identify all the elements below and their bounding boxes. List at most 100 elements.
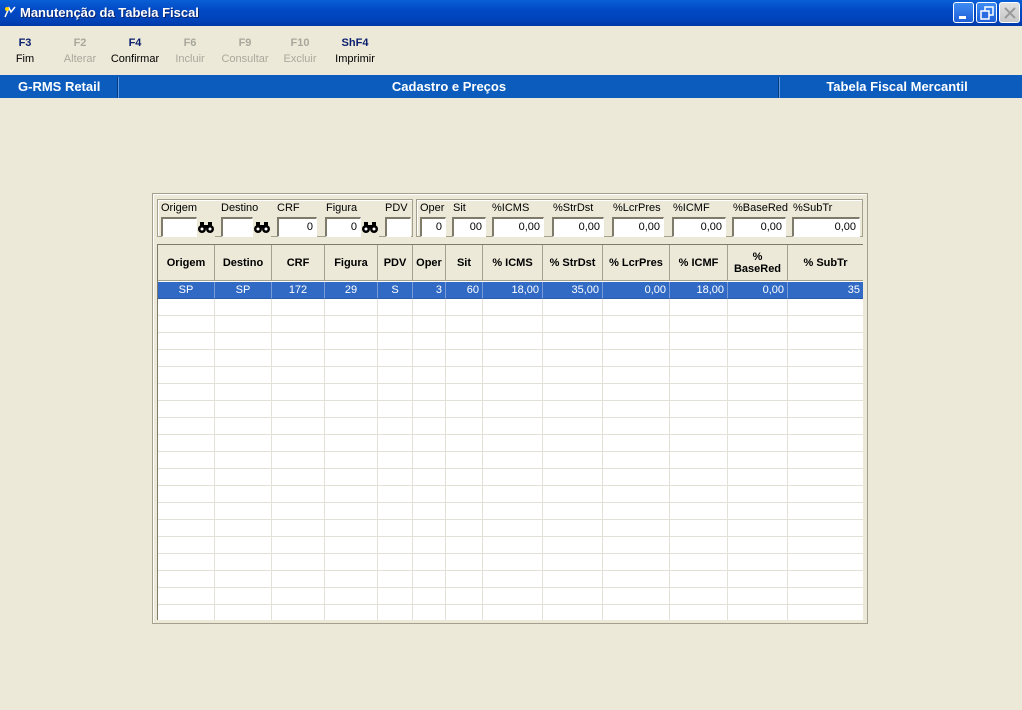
empty-table-cell[interactable] [378, 503, 413, 520]
empty-table-cell[interactable] [603, 571, 670, 588]
empty-table-cell[interactable] [543, 605, 603, 620]
empty-table-cell[interactable] [788, 401, 863, 418]
empty-table-cell[interactable] [483, 401, 543, 418]
empty-table-cell[interactable] [483, 350, 543, 367]
destino-field[interactable] [221, 217, 253, 237]
empty-table-cell[interactable] [413, 588, 446, 605]
empty-table-cell[interactable] [325, 571, 378, 588]
empty-table-cell[interactable] [215, 554, 272, 571]
empty-table-cell[interactable] [325, 401, 378, 418]
column-header[interactable]: Sit [446, 245, 483, 281]
empty-table-cell[interactable] [728, 503, 788, 520]
empty-table-cell[interactable] [788, 452, 863, 469]
empty-table-cell[interactable] [483, 316, 543, 333]
empty-table-cell[interactable] [788, 316, 863, 333]
empty-table-cell[interactable] [413, 452, 446, 469]
table-cell[interactable]: 60 [446, 282, 483, 299]
empty-table-cell[interactable] [215, 316, 272, 333]
empty-table-cell[interactable] [483, 435, 543, 452]
empty-table-cell[interactable] [446, 418, 483, 435]
empty-table-cell[interactable] [158, 452, 215, 469]
empty-table-cell[interactable] [446, 537, 483, 554]
empty-table-cell[interactable] [158, 520, 215, 537]
empty-table-cell[interactable] [670, 503, 728, 520]
empty-table-cell[interactable] [543, 367, 603, 384]
empty-table-cell[interactable] [325, 435, 378, 452]
empty-table-cell[interactable] [325, 605, 378, 620]
column-header[interactable]: Destino [215, 245, 272, 281]
empty-table-cell[interactable] [543, 435, 603, 452]
empty-table-cell[interactable] [325, 333, 378, 350]
empty-table-cell[interactable] [413, 537, 446, 554]
empty-table-cell[interactable] [670, 588, 728, 605]
column-header[interactable]: Origem [158, 245, 215, 281]
empty-table-cell[interactable] [788, 333, 863, 350]
toolbar-fim[interactable]: F3 Fim [10, 35, 40, 67]
empty-table-cell[interactable] [272, 588, 325, 605]
table-cell[interactable]: 35,00 [543, 282, 603, 299]
empty-table-cell[interactable] [670, 520, 728, 537]
empty-table-cell[interactable] [603, 350, 670, 367]
close-button[interactable] [999, 2, 1020, 23]
empty-table-cell[interactable] [215, 384, 272, 401]
empty-table-cell[interactable] [378, 384, 413, 401]
subtr-field[interactable]: 0,00 [792, 217, 860, 237]
column-header[interactable]: % LcrPres [603, 245, 670, 281]
empty-table-cell[interactable] [603, 452, 670, 469]
empty-table-cell[interactable] [788, 299, 863, 316]
toolbar-incluir[interactable]: F6 Incluir [170, 35, 210, 67]
empty-table-cell[interactable] [603, 588, 670, 605]
empty-table-cell[interactable] [215, 367, 272, 384]
empty-table-cell[interactable] [603, 503, 670, 520]
empty-table-cell[interactable] [603, 435, 670, 452]
empty-table-cell[interactable] [788, 469, 863, 486]
empty-table-cell[interactable] [446, 503, 483, 520]
empty-table-cell[interactable] [788, 588, 863, 605]
empty-table-cell[interactable] [543, 588, 603, 605]
empty-table-cell[interactable] [728, 571, 788, 588]
empty-table-cell[interactable] [413, 486, 446, 503]
table-cell[interactable]: SP [158, 282, 215, 299]
empty-table-cell[interactable] [378, 554, 413, 571]
table-cell[interactable]: SP [215, 282, 272, 299]
table-cell[interactable]: 18,00 [483, 282, 543, 299]
empty-table-cell[interactable] [378, 605, 413, 620]
empty-table-cell[interactable] [272, 384, 325, 401]
empty-table-cell[interactable] [215, 503, 272, 520]
empty-table-cell[interactable] [215, 520, 272, 537]
column-header[interactable]: % ICMF [670, 245, 728, 281]
empty-table-cell[interactable] [543, 469, 603, 486]
empty-table-cell[interactable] [788, 435, 863, 452]
pdv-field[interactable] [385, 217, 411, 237]
empty-table-cell[interactable] [413, 605, 446, 620]
empty-table-cell[interactable] [158, 401, 215, 418]
column-header[interactable]: CRF [272, 245, 325, 281]
empty-table-cell[interactable] [272, 571, 325, 588]
empty-table-cell[interactable] [543, 316, 603, 333]
empty-table-cell[interactable] [158, 316, 215, 333]
table-cell[interactable]: 172 [272, 282, 325, 299]
empty-table-cell[interactable] [788, 384, 863, 401]
empty-table-cell[interactable] [413, 418, 446, 435]
empty-table-cell[interactable] [670, 469, 728, 486]
empty-table-cell[interactable] [483, 384, 543, 401]
empty-table-cell[interactable] [670, 571, 728, 588]
empty-table-cell[interactable] [446, 333, 483, 350]
empty-table-cell[interactable] [543, 418, 603, 435]
empty-table-cell[interactable] [272, 418, 325, 435]
empty-table-cell[interactable] [728, 537, 788, 554]
empty-table-cell[interactable] [603, 418, 670, 435]
empty-table-cell[interactable] [446, 367, 483, 384]
table-cell[interactable]: 18,00 [670, 282, 728, 299]
empty-table-cell[interactable] [483, 605, 543, 620]
empty-table-cell[interactable] [413, 367, 446, 384]
empty-table-cell[interactable] [728, 333, 788, 350]
empty-table-cell[interactable] [788, 350, 863, 367]
empty-table-cell[interactable] [215, 350, 272, 367]
empty-table-cell[interactable] [670, 452, 728, 469]
empty-table-cell[interactable] [788, 554, 863, 571]
empty-table-cell[interactable] [543, 571, 603, 588]
empty-table-cell[interactable] [670, 299, 728, 316]
empty-table-cell[interactable] [158, 571, 215, 588]
empty-table-cell[interactable] [215, 299, 272, 316]
